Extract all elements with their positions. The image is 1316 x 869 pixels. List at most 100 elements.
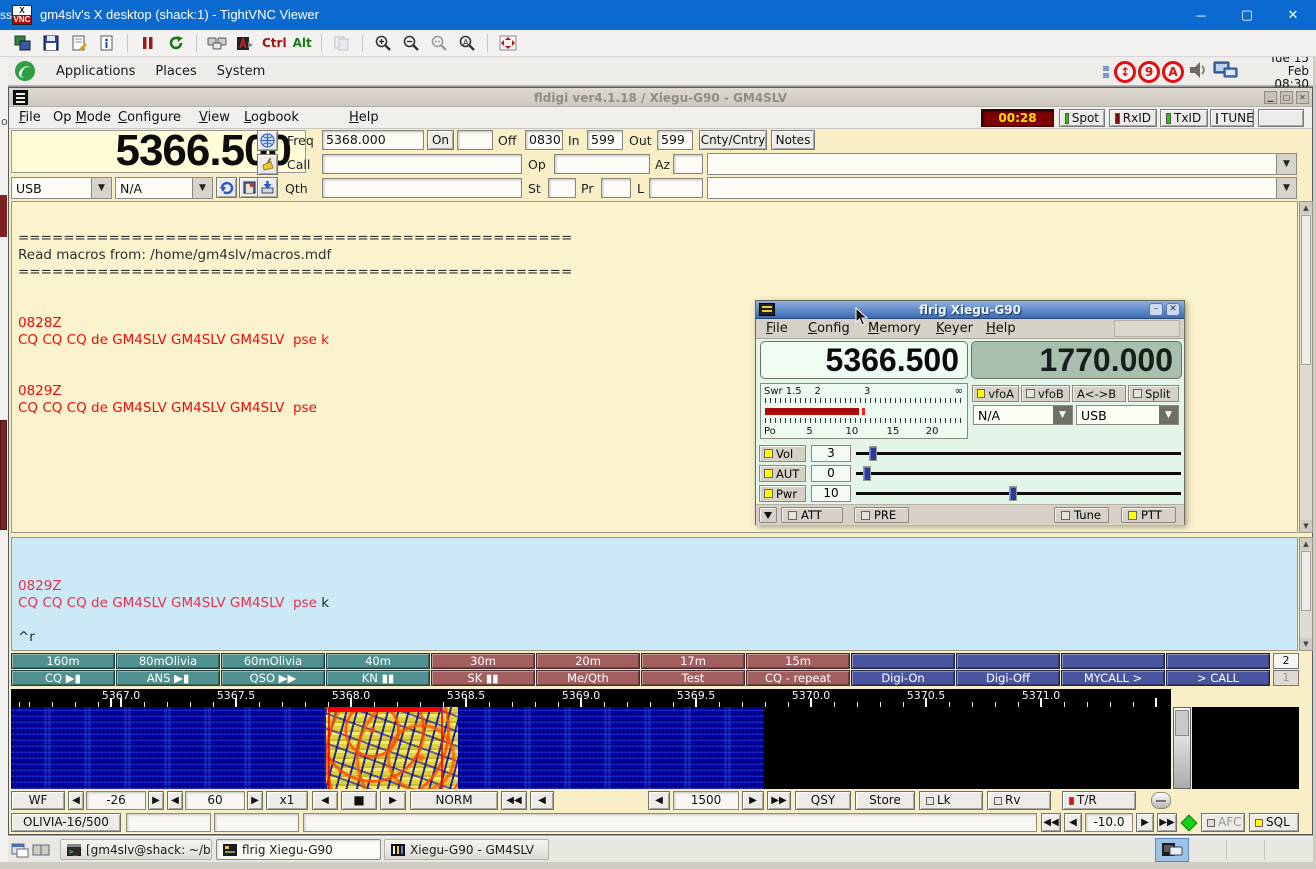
panel-menu-places[interactable]: Places <box>145 64 206 79</box>
scroll-down-icon[interactable]: ▼ <box>1300 520 1312 532</box>
macro-button-digi-on[interactable]: Digi-On <box>851 670 955 686</box>
macro-button-60molivia[interactable]: 60mOlivia <box>221 653 325 669</box>
macro-button-blank[interactable] <box>851 653 955 669</box>
mode-status-button[interactable]: OLIVIA-16/500 <box>11 813 121 832</box>
menu-configure[interactable]: Configure <box>118 110 181 125</box>
status-badge-icon[interactable]: A <box>1162 61 1184 83</box>
macro-button-cq-repeat[interactable]: CQ - repeat <box>746 670 850 686</box>
zoom-in-icon[interactable] <box>372 33 394 53</box>
menu-help[interactable]: Help <box>349 110 379 125</box>
scroll-up-icon[interactable]: ▲ <box>1300 202 1312 214</box>
status-badge-icon[interactable]: ↕ <box>1114 61 1136 83</box>
rst-in-field[interactable]: 599 <box>587 130 623 150</box>
county-country-tab[interactable]: Cnty/Cntry <box>699 130 767 150</box>
att-button[interactable]: ATT <box>781 507 843 523</box>
rx-scroll-thumb[interactable] <box>1301 215 1311 365</box>
wf-shift-left-icon[interactable]: ◀ <box>312 791 338 810</box>
save-log-icon[interactable] <box>257 177 278 198</box>
vol-slider-handle[interactable] <box>869 446 877 461</box>
carrier-right-icon[interactable]: ▶ <box>742 791 764 810</box>
connection-info-icon[interactable] <box>96 33 118 53</box>
save-session-icon[interactable] <box>40 33 62 53</box>
ampspan-right-icon[interactable]: ▶ <box>148 791 164 810</box>
squelch-value-field[interactable]: -10.0 <box>1085 813 1133 832</box>
carrier-field[interactable]: 1500 <box>673 791 739 810</box>
scroll-up-icon[interactable]: ▲ <box>1300 538 1312 550</box>
menu-config[interactable]: Config <box>808 321 850 336</box>
squelch-up-icon[interactable]: ▶ <box>1136 813 1154 832</box>
carrier-left2-icon[interactable]: ◀ <box>648 791 670 810</box>
maximize-button[interactable]: ▢ <box>1224 0 1270 30</box>
menu-view[interactable]: View <box>199 110 230 125</box>
fldigi-titlebar[interactable]: fldigi ver4.1.18 / Xiegu-G90 - GM4SLV ▁ … <box>9 88 1312 107</box>
rig-mode-select[interactable]: N/A▼ <box>115 177 213 199</box>
panel-menu-system[interactable]: System <box>207 64 275 79</box>
macro-button-blank[interactable] <box>1061 653 1165 669</box>
flrig-minimize-button[interactable]: – <box>1149 303 1163 316</box>
txid-button[interactable]: TxID <box>1160 109 1208 127</box>
afc-button[interactable]: AFC <box>1201 813 1245 832</box>
expand-down-icon[interactable] <box>759 507 777 523</box>
task-button-terminal[interactable]: >_[gm4slv@shack: ~/bin] <box>60 839 212 860</box>
menu-logbook[interactable]: Logbook <box>244 110 299 125</box>
call-field[interactable] <box>322 154 522 174</box>
macro-button-cq-[interactable]: CQ ▶▮ <box>11 670 115 686</box>
reverse-button[interactable]: Rv <box>987 791 1051 810</box>
ptt-button[interactable]: PTT <box>1121 507 1176 523</box>
macro-button-80molivia[interactable]: 80mOlivia <box>116 653 220 669</box>
task-button-flrig[interactable]: flrig Xiegu-G90 <box>216 839 381 860</box>
macro-page-2-button[interactable]: 2 <box>1273 653 1299 669</box>
qth-field[interactable] <box>322 178 522 198</box>
refresh-rig-icon[interactable] <box>216 177 237 198</box>
macro-button-blank[interactable] <box>956 653 1060 669</box>
task-button-fldigi[interactable]: Xiegu-G90 - GM4SLV <box>384 839 549 860</box>
vol-slider[interactable] <box>856 445 1181 462</box>
vfob-button[interactable]: vfoB <box>1021 385 1070 402</box>
new-connection-icon[interactable] <box>12 33 34 53</box>
time-off-field[interactable]: 0830 <box>525 130 563 150</box>
squelch-down-icon[interactable]: ◀ <box>1064 813 1082 832</box>
carrier-left-fast-icon[interactable]: ◀◀ <box>501 791 527 810</box>
tx-rx-button[interactable]: T/R <box>1062 791 1136 810</box>
keyboard-indicator-icon[interactable] <box>1103 62 1111 82</box>
custom-combo[interactable]: ▼ <box>707 177 1297 199</box>
tune-button[interactable]: Tune <box>1054 507 1109 523</box>
wf-shift-right-icon[interactable]: ▶ <box>380 791 406 810</box>
aut-slider[interactable] <box>856 465 1181 482</box>
distro-menu-icon[interactable] <box>14 60 36 82</box>
zoom-auto-icon[interactable]: A <box>456 33 478 53</box>
aut-button[interactable]: AUT <box>759 465 806 482</box>
fullscreen-icon[interactable] <box>497 33 519 53</box>
macro-button-mycall-[interactable]: MYCALL > <box>1061 670 1165 686</box>
macro-button-40m[interactable]: 40m <box>326 653 430 669</box>
refofs-right-icon[interactable]: ▶ <box>247 791 263 810</box>
sql-button[interactable]: SQL <box>1249 813 1299 832</box>
a-b-button[interactable]: A<->B <box>1072 385 1126 402</box>
fldigi-close-button[interactable]: ✕ <box>1296 91 1309 104</box>
ampspan-field[interactable]: -26 <box>86 791 146 810</box>
macro-button-blank[interactable] <box>1166 653 1270 669</box>
menu-keyer[interactable]: Keyer <box>936 321 973 336</box>
ctrl-key-icon[interactable]: Ctrl <box>262 36 287 50</box>
vfo-b-frequency-display[interactable]: 1770.000 <box>971 341 1182 379</box>
qrz-globe-icon[interactable] <box>257 130 278 151</box>
macro-button-me-qth[interactable]: Me/Qth <box>536 670 640 686</box>
show-desktop-icon[interactable] <box>11 841 29 859</box>
panel-menu-applications[interactable]: Applications <box>46 64 145 79</box>
macro-page-1-button[interactable]: 1 <box>1273 670 1299 686</box>
lock-button[interactable]: Lk <box>919 791 983 810</box>
flrig-titlebar[interactable]: flrig Xiegu-G90 – ✕ <box>756 301 1184 319</box>
clear-log-broom-icon[interactable] <box>257 154 278 175</box>
flrig-mode-select[interactable]: USB▼ <box>1076 405 1179 425</box>
fldigi-maximize-button[interactable]: ▢ <box>1280 91 1293 104</box>
vfoa-button[interactable]: vfoA <box>972 385 1019 402</box>
pwr-button[interactable]: Pwr <box>759 485 806 502</box>
squelch-up-fast-icon[interactable]: ▶▶ <box>1157 813 1177 832</box>
macro-scroll-pill[interactable] <box>1151 792 1171 809</box>
pwr-slider[interactable] <box>856 485 1181 502</box>
menu-file[interactable]: File <box>766 321 788 336</box>
macro-button-qso-[interactable]: QSO ▶▶ <box>221 670 325 686</box>
locator-field[interactable] <box>649 178 703 198</box>
tx-scrollbar[interactable]: ▲ ▼ <box>1299 537 1313 651</box>
macro-button-20m[interactable]: 20m <box>536 653 640 669</box>
